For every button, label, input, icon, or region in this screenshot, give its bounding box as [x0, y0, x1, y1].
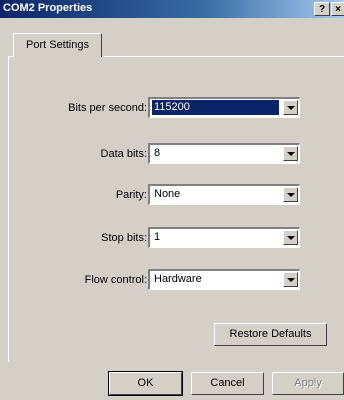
flow-control-row: Flow control: Hardware [0, 269, 344, 293]
parity-label: Parity: [115, 189, 147, 201]
stop-bits-row: Stop bits: 1 [0, 227, 344, 251]
flow-control-label: Flow control: [84, 274, 147, 286]
stop-bits-value: 1 [154, 231, 161, 243]
help-button[interactable]: ? [314, 2, 330, 16]
window-title: COM2 Properties [3, 2, 93, 14]
bits-per-second-value: 115200 [152, 100, 279, 115]
chevron-down-icon[interactable] [283, 187, 298, 202]
chevron-down-icon[interactable] [283, 272, 298, 287]
data-bits-value: 8 [154, 147, 161, 159]
cancel-button[interactable]: Cancel [191, 372, 264, 395]
restore-defaults-button[interactable]: Restore Defaults [214, 323, 327, 346]
chevron-down-icon[interactable] [283, 146, 298, 161]
tab-port-settings[interactable]: Port Settings [13, 33, 102, 57]
chevron-down-icon[interactable] [283, 230, 298, 245]
data-bits-label: Data bits: [100, 148, 147, 160]
parity-value: None [154, 188, 181, 200]
title-bar: COM2 Properties ? × [0, 0, 344, 18]
stop-bits-label: Stop bits: [101, 232, 147, 244]
chevron-down-icon[interactable] [283, 100, 298, 115]
parity-row: Parity: None [0, 184, 344, 208]
ok-button[interactable]: OK [108, 371, 183, 396]
bits-per-second-label: Bits per second: [68, 102, 147, 114]
data-bits-select[interactable]: 8 [148, 143, 300, 164]
stop-bits-select[interactable]: 1 [148, 227, 300, 248]
bits-per-second-select[interactable]: 115200 [148, 97, 300, 118]
bits-per-second-row: Bits per second: 115200 [0, 97, 344, 121]
data-bits-row: Data bits: 8 [0, 143, 344, 167]
apply-button[interactable]: Apply [272, 372, 344, 395]
flow-control-select[interactable]: Hardware [148, 269, 300, 290]
close-button[interactable]: × [331, 2, 344, 16]
parity-select[interactable]: None [148, 184, 300, 205]
flow-control-value: Hardware [154, 273, 202, 285]
